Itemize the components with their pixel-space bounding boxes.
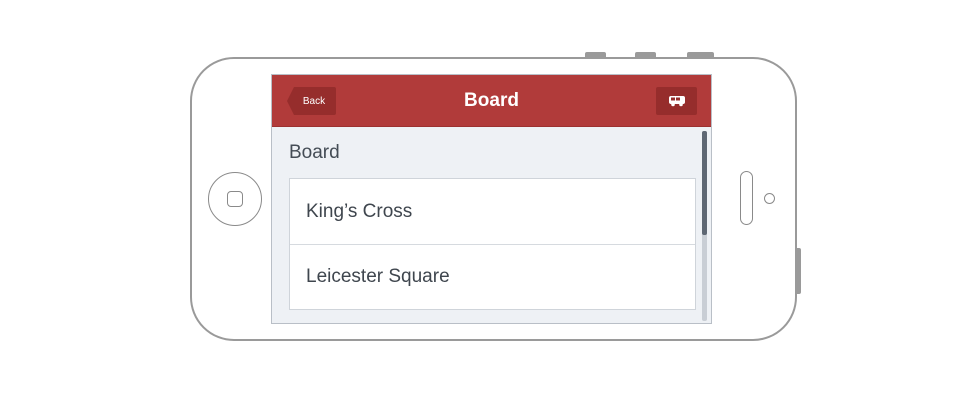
phone-screen: Board Back Board King’s Cross Leicester … [271, 74, 712, 324]
bus-button[interactable] [656, 87, 697, 115]
home-button[interactable] [208, 172, 262, 226]
list-item-kings-cross[interactable]: King’s Cross [290, 179, 695, 244]
navigation-bar: Board Back [272, 75, 711, 127]
scrollbar-track[interactable] [702, 131, 707, 321]
bus-icon [668, 96, 685, 107]
back-button[interactable]: Back [287, 87, 336, 115]
section-title: Board [289, 142, 340, 163]
front-camera [764, 193, 775, 204]
scrollbar-thumb[interactable] [702, 131, 707, 235]
home-square-icon [227, 191, 243, 207]
station-list: King’s Cross Leicester Square [289, 178, 696, 310]
content-area: Board King’s Cross Leicester Square [272, 128, 711, 323]
back-button-label: Back [302, 95, 326, 107]
speaker [740, 171, 753, 225]
list-item-leicester-square[interactable]: Leicester Square [290, 244, 695, 309]
page-title: Board [464, 90, 519, 111]
